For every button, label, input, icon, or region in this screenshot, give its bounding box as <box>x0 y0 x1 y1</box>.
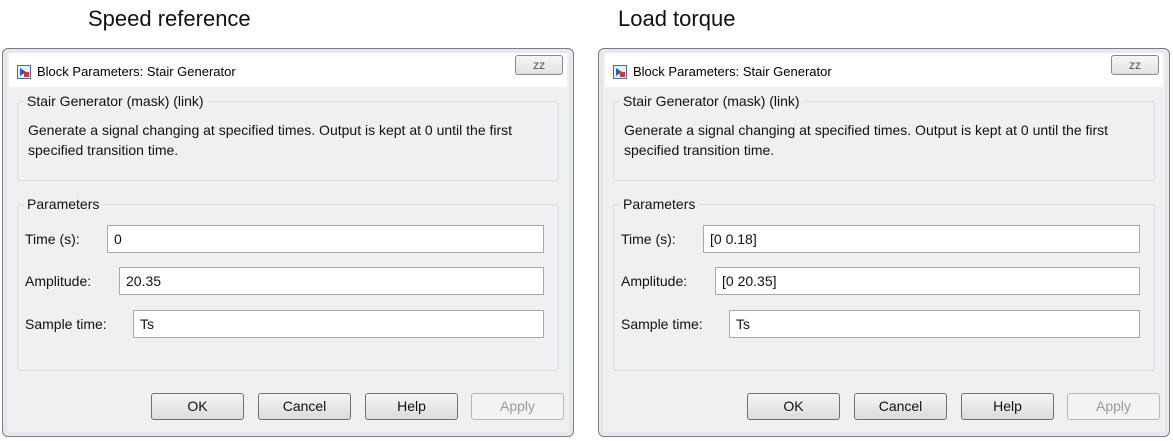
amplitude-label: Amplitude: <box>25 273 92 289</box>
time-label: Time (s): <box>25 231 80 247</box>
mask-group-title: Stair Generator (mask) (link) <box>620 93 803 109</box>
amplitude-field[interactable]: 20.35 <box>119 267 544 295</box>
sample-time-field[interactable]: Ts <box>729 310 1140 338</box>
parameters-group-title: Parameters <box>24 196 103 212</box>
caption-load-torque: Load torque <box>618 6 736 31</box>
parameters-group-title: Parameters <box>620 196 699 212</box>
apply-button[interactable]: Apply <box>471 393 564 420</box>
time-label: Time (s): <box>621 231 676 247</box>
close-icon: ᴢᴢ <box>1129 58 1141 72</box>
amplitude-label: Amplitude: <box>621 273 688 289</box>
time-row: Time (s): 0 <box>25 225 544 253</box>
time-field[interactable]: 0 <box>107 225 544 253</box>
mask-description: Generate a signal changing at specified … <box>624 122 1109 158</box>
dialog-speed-reference: Block Parameters: Stair Generator ᴢᴢ Sta… <box>2 48 574 437</box>
apply-button[interactable]: Apply <box>1067 393 1160 420</box>
amplitude-row: Amplitude: [0 20.35] <box>621 267 1140 295</box>
caption-speed-reference: Speed reference <box>88 6 251 31</box>
amplitude-row: Amplitude: 20.35 <box>25 267 544 295</box>
mask-description-group: Stair Generator (mask) (link) Generate a… <box>17 93 559 181</box>
dialog-content: Stair Generator (mask) (link) Generate a… <box>607 89 1161 428</box>
amplitude-field[interactable]: [0 20.35] <box>715 267 1140 295</box>
help-button[interactable]: Help <box>961 393 1054 420</box>
close-button[interactable]: ᴢᴢ <box>1111 55 1159 75</box>
close-icon: ᴢᴢ <box>533 58 545 72</box>
mask-group-title: Stair Generator (mask) (link) <box>24 93 207 109</box>
mask-description-group: Stair Generator (mask) (link) Generate a… <box>613 93 1155 181</box>
time-row: Time (s): [0 0.18] <box>621 225 1140 253</box>
title-bar: Block Parameters: Stair Generator ᴢᴢ <box>605 53 1163 87</box>
ok-button[interactable]: OK <box>747 393 840 420</box>
parameters-group: Parameters Time (s): 0 Amplitude: 20.35 … <box>17 196 559 371</box>
sample-time-field[interactable]: Ts <box>133 310 544 338</box>
help-button[interactable]: Help <box>365 393 458 420</box>
window-title: Block Parameters: Stair Generator <box>37 64 236 79</box>
dialog-content: Stair Generator (mask) (link) Generate a… <box>11 89 565 428</box>
title-bar: Block Parameters: Stair Generator ᴢᴢ <box>9 53 567 87</box>
parameters-group: Parameters Time (s): [0 0.18] Amplitude:… <box>613 196 1155 371</box>
sample-time-row: Sample time: Ts <box>25 310 544 338</box>
close-button[interactable]: ᴢᴢ <box>515 55 563 75</box>
sample-time-label: Sample time: <box>25 316 107 332</box>
ok-button[interactable]: OK <box>151 393 244 420</box>
mask-description: Generate a signal changing at specified … <box>28 122 513 158</box>
time-field[interactable]: [0 0.18] <box>703 225 1140 253</box>
sample-time-row: Sample time: Ts <box>621 310 1140 338</box>
dialog-load-torque: Block Parameters: Stair Generator ᴢᴢ Sta… <box>598 48 1170 437</box>
simulink-block-icon <box>613 65 627 79</box>
cancel-button[interactable]: Cancel <box>854 393 947 420</box>
cancel-button[interactable]: Cancel <box>258 393 351 420</box>
sample-time-label: Sample time: <box>621 316 703 332</box>
window-title: Block Parameters: Stair Generator <box>633 64 832 79</box>
simulink-block-icon <box>17 65 31 79</box>
